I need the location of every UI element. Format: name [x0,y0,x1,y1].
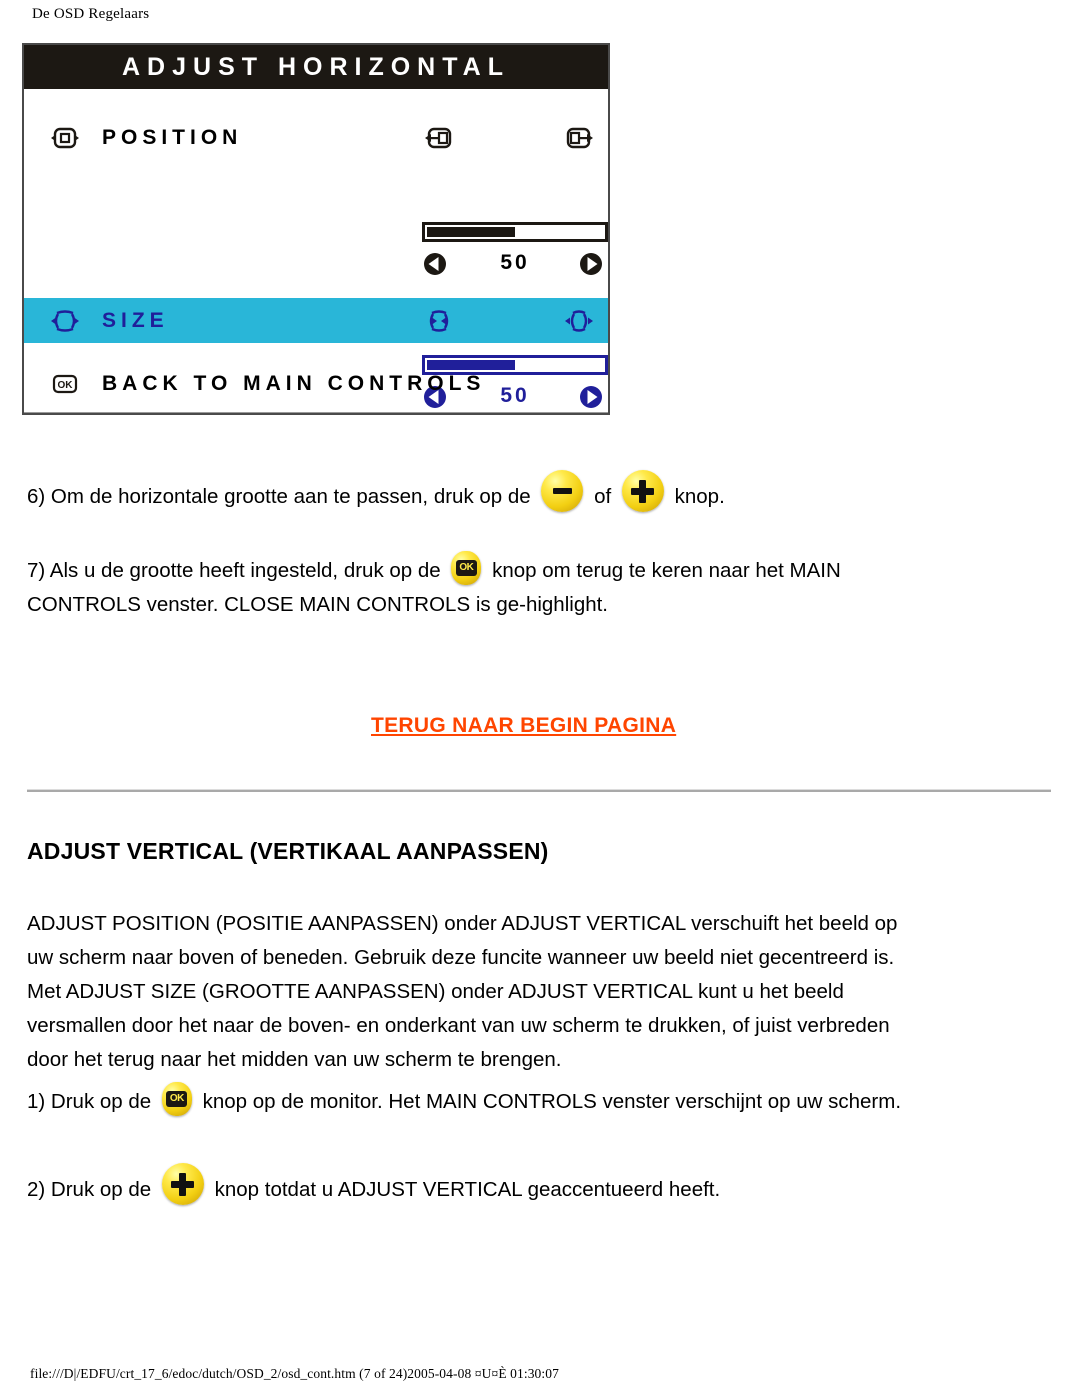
plus-glyph-icon [162,1163,204,1205]
plus-button[interactable] [621,470,664,512]
increase-arrow-icon[interactable] [578,251,608,275]
page-header: De OSD Regelaars [32,6,150,22]
plus-button[interactable] [161,1163,204,1205]
step-6-text-post: knop. [674,485,725,508]
minus-glyph-icon [541,470,583,512]
step-1-text-post: knop op de monitor. Het MAIN CONTROLS ve… [202,1090,902,1113]
position-slider-controls: 50 [422,249,608,277]
plus-glyph-icon [622,470,664,512]
osd-row-label-size: SIZE [102,308,169,332]
position-slider-group: 50 [422,222,608,277]
step-7-paragraph: 7) Als u de grootte heeft ingesteld, dru… [27,551,1037,622]
section-heading: ADJUST VERTICAL (VERTIKAAL AANPASSEN) [27,838,549,864]
move-right-icon[interactable] [564,126,594,150]
back-to-top-link[interactable]: TERUG NAAR BEGIN PAGINA [371,714,676,738]
step-1-paragraph: 1) Druk op de OK knop op de monitor. Het… [27,1082,1037,1119]
osd-row-label-position: POSITION [102,125,243,149]
narrow-icon[interactable] [424,309,454,333]
step-6-text-mid: of [594,485,612,508]
section-body-line: door het terug naar het midden van uw sc… [27,1048,562,1071]
section-body-line: ADJUST POSITION (POSITIE AANPASSEN) onde… [27,912,898,935]
osd-title: ADJUST HORIZONTAL [122,52,510,81]
ok-button[interactable]: OK [451,551,482,585]
position-value: 50 [500,251,530,274]
step-7-text-post: knop om terug te keren naar het MAIN [492,559,841,582]
osd-panel: ADJUST HORIZONTAL POSITION 50 SIZE 50 OK… [22,43,610,415]
ok-glyph-icon: OK [451,551,481,585]
section-body-line: versmallen door het naar de boven- en on… [27,1014,890,1037]
position-row-icons [424,115,594,160]
position-horizontal-icon [50,126,80,150]
widen-icon[interactable] [564,309,594,333]
osd-titlebar: ADJUST HORIZONTAL [24,45,608,89]
step-2-text-post: knop totdat u ADJUST VERTICAL geaccentue… [214,1178,721,1201]
move-left-icon[interactable] [424,126,454,150]
position-slider-track[interactable] [422,222,608,242]
osd-row-position[interactable]: POSITION [24,115,608,160]
position-slider-fill [427,227,515,237]
decrease-arrow-icon[interactable] [422,251,452,275]
ok-glyph-icon: OK [162,1082,192,1116]
size-horizontal-icon [50,309,80,333]
step-7-text-line2: CONTROLS venster. CLOSE MAIN CONTROLS is… [27,593,609,616]
step-2-paragraph: 2) Druk op de knop totdat u ADJUST VERTI… [27,1163,1037,1207]
step-2-text-pre: 2) Druk op de [27,1178,152,1201]
step-6-text-pre: 6) Om de horizontale grootte aan te pass… [27,485,531,508]
size-row-icons [424,298,594,343]
step-7-text-pre: 7) Als u de grootte heeft ingesteld, dru… [27,559,441,582]
page-footer-path: file:///D|/EDFU/crt_17_6/edoc/dutch/OSD_… [30,1366,559,1381]
osd-row-back-to-main-controls[interactable]: OK BACK TO MAIN CONTROLS [24,355,608,413]
osd-back-label: BACK TO MAIN CONTROLS [102,372,486,395]
section-body-line: uw scherm naar boven of beneden. Gebruik… [27,946,895,969]
section-body: ADJUST POSITION (POSITIE AANPASSEN) onde… [27,907,1037,1077]
minus-button[interactable] [541,470,584,512]
step-6-paragraph: 6) Om de horizontale grootte aan te pass… [27,470,1037,514]
section-divider [27,789,1051,792]
ok-box-icon: OK [50,372,80,396]
osd-row-size[interactable]: SIZE [24,298,608,343]
section-body-line: Met ADJUST SIZE (GROOTTE AANPASSEN) onde… [27,980,844,1003]
step-1-text-pre: 1) Druk op de [27,1090,152,1113]
ok-button[interactable]: OK [161,1082,192,1116]
svg-text:OK: OK [58,380,74,391]
